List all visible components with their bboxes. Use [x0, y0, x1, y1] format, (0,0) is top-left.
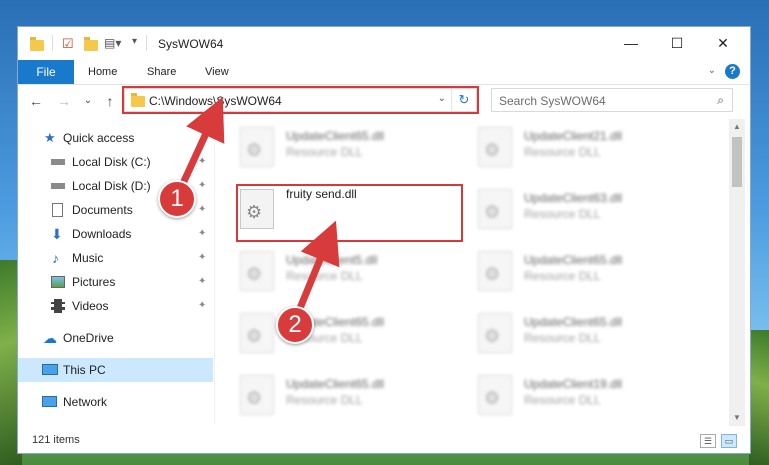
annotation-arrows	[176, 96, 340, 322]
arrow-to-address-bar	[176, 96, 225, 194]
step-2-callout: 2	[276, 306, 314, 344]
step-1-callout: 1	[158, 180, 196, 218]
